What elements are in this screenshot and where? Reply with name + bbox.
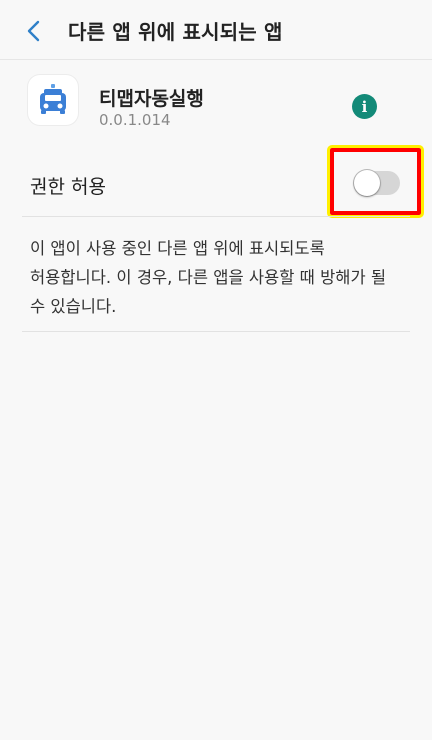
- description-line: 이 앱이 사용 중인 다른 앱 위에 표시되도록: [30, 239, 325, 258]
- divider: [22, 331, 410, 332]
- divider: [22, 216, 410, 217]
- permission-toggle[interactable]: [354, 170, 400, 196]
- page-title: 다른 앱 위에 표시되는 앱: [68, 20, 283, 44]
- description-line: 허용합니다. 이 경우, 다른 앱을 사용할 때 방해가 될: [30, 268, 387, 287]
- info-icon: i: [361, 97, 368, 116]
- back-button[interactable]: [20, 17, 48, 45]
- toggle-knob: [354, 170, 380, 196]
- car-icon: [40, 84, 66, 114]
- app-name: 티맵자동실행: [99, 88, 204, 110]
- permission-label: 권한 허용: [30, 176, 106, 198]
- top-app-bar: 다른 앱 위에 표시되는 앱: [0, 0, 432, 60]
- app-info-row: 티맵자동실행 0.0.1.014 i: [0, 70, 432, 136]
- app-info-button[interactable]: i: [352, 94, 377, 119]
- app-icon: [28, 75, 78, 125]
- description-line: 수 있습니다.: [30, 297, 117, 316]
- app-version: 0.0.1.014: [99, 111, 171, 129]
- app-screen: 다른 앱 위에 표시되는 앱 티맵자동실행 0.0.1.014 i 권한 허용: [0, 0, 432, 740]
- chevron-left-icon: [27, 20, 40, 42]
- permission-description: 이 앱이 사용 중인 다른 앱 위에 표시되도록 허용합니다. 이 경우, 다른…: [30, 234, 410, 321]
